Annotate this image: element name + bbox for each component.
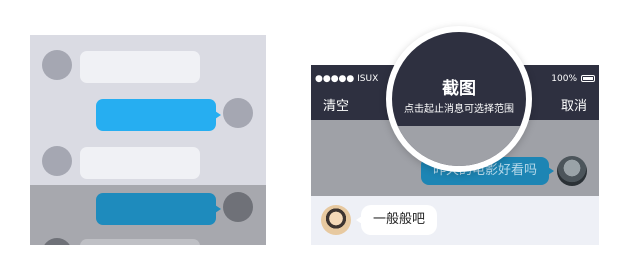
outgoing-bubble-placeholder xyxy=(96,193,221,225)
tooltip-lower-area xyxy=(392,126,526,166)
carrier-label: ●●●●● ISUX xyxy=(315,74,379,84)
incoming-bubble-placeholder xyxy=(80,239,200,245)
avatar[interactable] xyxy=(321,205,351,235)
screenshot-tooltip: 截图 点击起止消息可选择范围 xyxy=(386,26,532,172)
avatar-placeholder xyxy=(42,146,72,176)
outgoing-bubble-placeholder xyxy=(96,99,221,131)
clear-button[interactable]: 清空 xyxy=(323,95,349,114)
selection-illustration xyxy=(30,35,266,245)
incoming-bubble-placeholder xyxy=(80,147,200,179)
battery-icon xyxy=(581,75,595,82)
tooltip-subtitle: 点击起止消息可选择范围 xyxy=(404,104,514,115)
avatar-placeholder xyxy=(223,192,253,222)
avatar[interactable] xyxy=(557,156,587,186)
avatar-placeholder xyxy=(223,98,253,128)
avatar-placeholder xyxy=(42,50,72,80)
tooltip-title: 截图 xyxy=(442,79,476,99)
cancel-button[interactable]: 取消 xyxy=(561,95,587,114)
battery-label: 100% xyxy=(551,74,577,84)
incoming-message[interactable]: 一般般吧 xyxy=(355,205,438,235)
incoming-bubble-placeholder xyxy=(80,51,200,83)
